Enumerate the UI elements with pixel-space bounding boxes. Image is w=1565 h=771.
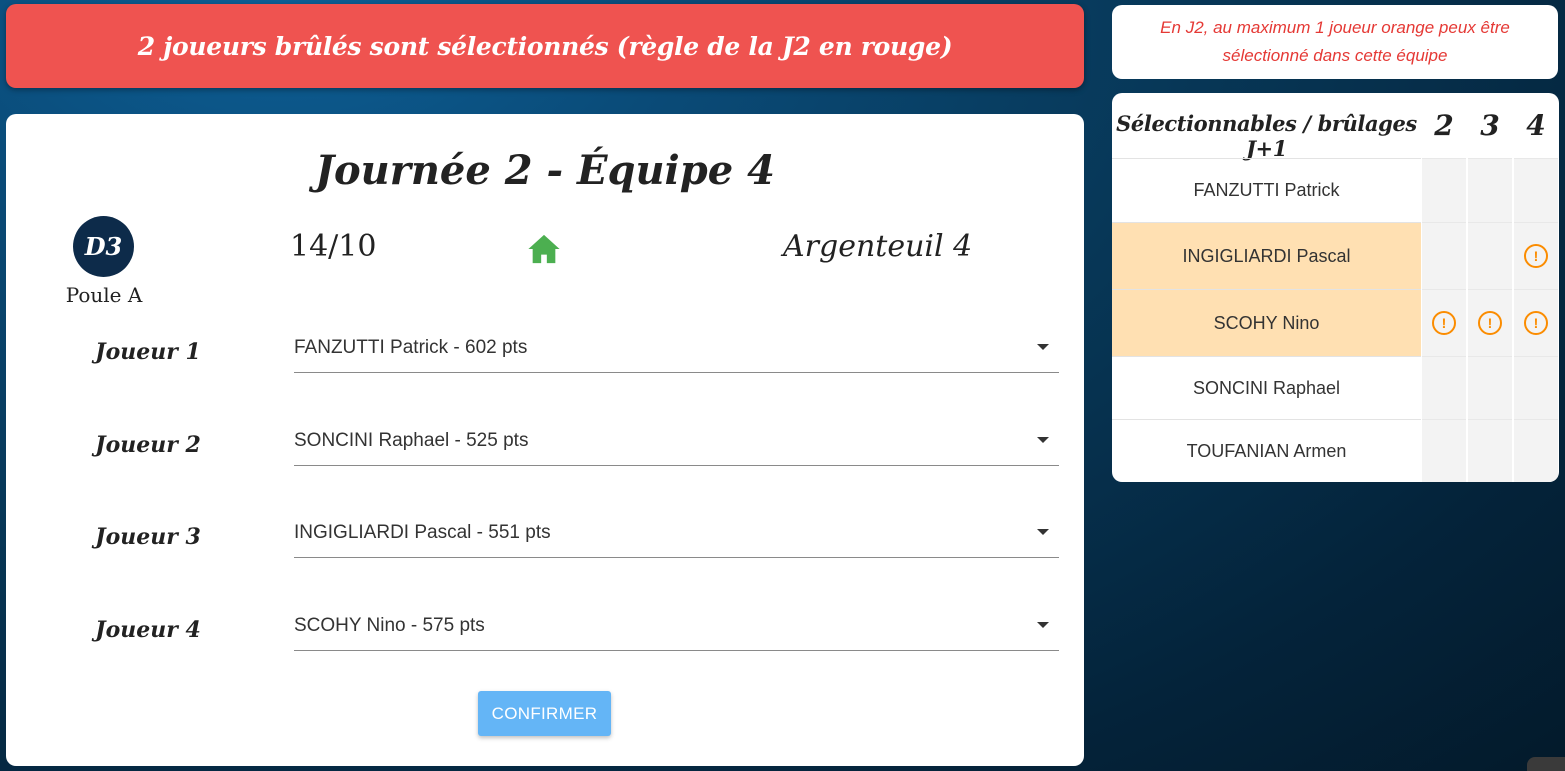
rule-info-box: En J2, au maximum 1 joueur orange peux ê… bbox=[1112, 5, 1558, 79]
team-selection-card: Journée 2 - Équipe 4 D3 Poule A 14/10 Ar… bbox=[6, 114, 1084, 766]
column-header-2: 2 bbox=[1434, 109, 1454, 142]
caret-down-icon bbox=[1037, 437, 1049, 443]
player-row-1: Joueur 1 FANZUTTI Patrick - 602 pts bbox=[6, 335, 1084, 395]
confirm-button[interactable]: CONFIRMER bbox=[478, 691, 611, 736]
player-row-3: Joueur 3 INGIGLIARDI Pascal - 551 pts bbox=[6, 520, 1084, 580]
burn-cell: ! bbox=[1468, 289, 1512, 356]
caret-down-icon bbox=[1037, 622, 1049, 628]
burn-cell: ! bbox=[1422, 289, 1466, 356]
column-header-3: 3 bbox=[1480, 109, 1500, 142]
burn-cell bbox=[1422, 222, 1466, 289]
burned-players-alert: 2 joueurs brûlés sont sélectionnés (règl… bbox=[6, 4, 1084, 88]
burn-cell bbox=[1514, 419, 1558, 482]
player-row-2: Joueur 2 SONCINI Raphael - 525 pts bbox=[6, 428, 1084, 488]
player-label-2: Joueur 2 bbox=[95, 432, 201, 458]
burn-cell: ! bbox=[1514, 289, 1558, 356]
rule-info-message: En J2, au maximum 1 joueur orange peux ê… bbox=[1160, 18, 1510, 65]
table-row: SONCINI Raphael bbox=[1112, 356, 1559, 419]
player-name-cell: INGIGLIARDI Pascal bbox=[1112, 222, 1421, 289]
player-name-cell: TOUFANIAN Armen bbox=[1112, 419, 1421, 482]
player-select-value: SCOHY Nino - 575 pts bbox=[294, 615, 485, 636]
burn-cell: ! bbox=[1514, 222, 1558, 289]
burn-cell bbox=[1468, 419, 1512, 482]
player-select-value: FANZUTTI Patrick - 602 pts bbox=[294, 337, 528, 358]
table-row: INGIGLIARDI Pascal! bbox=[1112, 222, 1559, 289]
player-select-1[interactable]: FANZUTTI Patrick - 602 pts bbox=[294, 335, 1059, 373]
corner-widget bbox=[1527, 757, 1565, 771]
page-title: Journée 2 - Équipe 4 bbox=[315, 147, 775, 194]
home-icon bbox=[528, 234, 560, 264]
table-row: TOUFANIAN Armen bbox=[1112, 419, 1559, 482]
table-row: FANZUTTI Patrick bbox=[1112, 158, 1559, 222]
player-label-1: Joueur 1 bbox=[95, 339, 201, 365]
player-label-4: Joueur 4 bbox=[95, 617, 201, 643]
burn-cell bbox=[1468, 356, 1512, 419]
table-row: SCOHY Nino!!! bbox=[1112, 289, 1559, 356]
burn-cell bbox=[1468, 222, 1512, 289]
alert-circle-icon: ! bbox=[1524, 311, 1548, 335]
opponent-team: Argenteuil 4 bbox=[783, 229, 973, 264]
burn-cell bbox=[1422, 419, 1466, 482]
column-header-4: 4 bbox=[1526, 109, 1546, 142]
player-select-4[interactable]: SCOHY Nino - 575 pts bbox=[294, 613, 1059, 651]
player-label-3: Joueur 3 bbox=[95, 524, 201, 550]
player-select-3[interactable]: INGIGLIARDI Pascal - 551 pts bbox=[294, 520, 1059, 558]
player-select-value: INGIGLIARDI Pascal - 551 pts bbox=[294, 522, 551, 543]
table-header-title: Sélectionnables / brûlages J+1 bbox=[1116, 111, 1417, 161]
player-name-cell: FANZUTTI Patrick bbox=[1112, 158, 1421, 222]
alert-circle-icon: ! bbox=[1524, 244, 1548, 268]
division-badge: D3 bbox=[73, 216, 134, 277]
alert-circle-icon: ! bbox=[1478, 311, 1502, 335]
burn-cell bbox=[1422, 158, 1466, 222]
poule-label: Poule A bbox=[65, 283, 143, 307]
alert-message: 2 joueurs brûlés sont sélectionnés (règl… bbox=[137, 31, 953, 61]
player-name-cell: SONCINI Raphael bbox=[1112, 356, 1421, 419]
burn-cell bbox=[1468, 158, 1512, 222]
player-select-value: SONCINI Raphael - 525 pts bbox=[294, 430, 529, 451]
alert-circle-icon: ! bbox=[1432, 311, 1456, 335]
burn-cell bbox=[1514, 158, 1558, 222]
table-header: Sélectionnables / brûlages J+1 2 3 4 bbox=[1112, 93, 1559, 161]
player-select-2[interactable]: SONCINI Raphael - 525 pts bbox=[294, 428, 1059, 466]
burn-cell bbox=[1514, 356, 1558, 419]
burn-cell bbox=[1422, 356, 1466, 419]
division-label: D3 bbox=[84, 232, 123, 261]
match-date: 14/10 bbox=[290, 229, 377, 264]
caret-down-icon bbox=[1037, 529, 1049, 535]
selectable-players-table: Sélectionnables / brûlages J+1 2 3 4 FAN… bbox=[1112, 93, 1559, 482]
caret-down-icon bbox=[1037, 344, 1049, 350]
player-row-4: Joueur 4 SCOHY Nino - 575 pts bbox=[6, 613, 1084, 673]
player-name-cell: SCOHY Nino bbox=[1112, 289, 1421, 356]
